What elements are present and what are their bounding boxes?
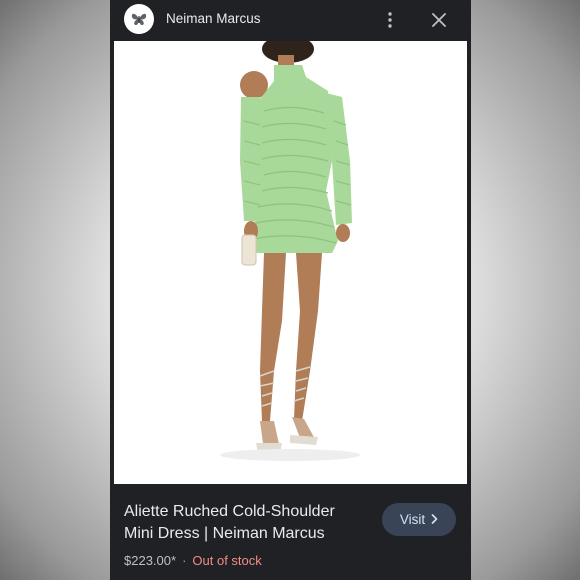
price-row: $223.00* · Out of stock xyxy=(124,553,262,568)
stock-status: Out of stock xyxy=(192,553,262,568)
separator-dot: · xyxy=(182,553,187,568)
lens-result-panel: Neiman Marcus Aliette Ruched Cold-Should… xyxy=(110,0,471,580)
product-title[interactable]: Aliette Ruched Cold-Shoulder Mini Dress … xyxy=(124,501,364,545)
close-icon[interactable] xyxy=(428,9,450,31)
visit-label: Visit xyxy=(399,512,426,527)
product-price: $223.00* xyxy=(124,553,177,568)
site-name: Neiman Marcus xyxy=(166,11,261,26)
product-image[interactable] xyxy=(114,41,467,484)
chevron-right-icon xyxy=(431,512,438,527)
visit-button[interactable]: Visit xyxy=(382,503,456,536)
more-vert-icon[interactable] xyxy=(380,9,400,31)
butterfly-icon[interactable] xyxy=(124,4,154,34)
top-bar: Neiman Marcus xyxy=(110,0,471,40)
product-photo-green-dress xyxy=(220,41,360,461)
product-info: Aliette Ruched Cold-Shoulder Mini Dress … xyxy=(110,486,471,580)
